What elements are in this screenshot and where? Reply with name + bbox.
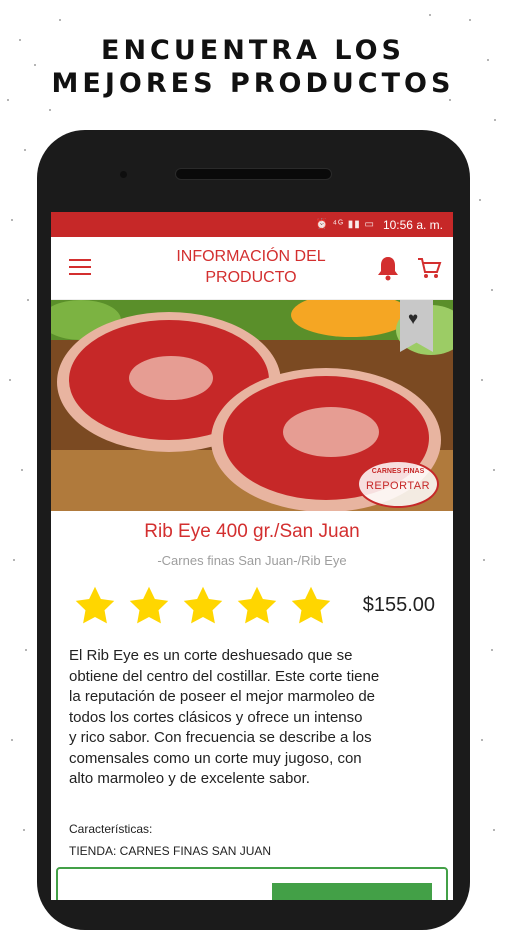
- stamp-brand: CARNES FINAS: [371, 468, 425, 475]
- menu-icon[interactable]: [69, 259, 91, 275]
- features-heading: Características:: [69, 821, 153, 836]
- store-name: TIENDA: CARNES FINAS SAN JUAN: [69, 843, 272, 858]
- description-line: comensales como un corte muy jugoso, con: [69, 749, 362, 767]
- product-features: Características: TIENDA: CARNES FINAS SA…: [51, 822, 453, 858]
- product-name: Rib Eye 400 gr./San Juan: [144, 521, 360, 542]
- app-screen: ⏰ ⁴ᴳ ▮▮ ▭ 10:56 a. m. INFORMACIÓN DEL PR…: [51, 212, 453, 900]
- product-image: ♥ CARNES FINAS REPORTAR: [51, 300, 453, 511]
- description-line: todos los cortes clásicos y ofrece un in…: [69, 708, 363, 726]
- star-icon[interactable]: [181, 584, 225, 628]
- page-title-line-2: PRODUCTO: [205, 269, 297, 286]
- star-icon[interactable]: [289, 584, 333, 628]
- description-line: El Rib Eye es un corte deshuesado que se: [69, 647, 353, 664]
- heart-icon[interactable]: ♥: [408, 309, 418, 329]
- promo-line-2: MEJORES PRODUCTOS: [51, 68, 455, 99]
- product-category: -Carnes finas San Juan-/Rib Eye: [157, 553, 347, 568]
- earpiece-speaker: [175, 168, 332, 180]
- star-icon[interactable]: [235, 584, 279, 628]
- star-icon[interactable]: [73, 584, 117, 628]
- cart-icon[interactable]: [416, 255, 442, 281]
- page-title-line-1: INFORMACIÓN DEL: [176, 248, 326, 265]
- front-camera: [120, 171, 127, 178]
- product-price: $155.00: [362, 594, 435, 616]
- status-time: 10:56 a. m.: [382, 217, 443, 232]
- description-line: alto marmoleo y de excelente sabor.: [69, 770, 310, 787]
- rating-row: $155.00: [51, 584, 453, 634]
- report-label: REPORTAR: [365, 480, 431, 492]
- promo-headline: ENCUENTRA LOS MEJORES PRODUCTOS: [0, 34, 506, 100]
- promo-line-1: ENCUENTRA LOS: [101, 35, 405, 66]
- description-line: obtiene del centro del costillar. Este c…: [69, 667, 380, 685]
- product-description: El Rib Eye es un corte deshuesado que se…: [51, 646, 453, 790]
- star-rating[interactable]: [73, 584, 333, 628]
- description-line: la reputación de poseer el mejor marmole…: [69, 688, 375, 705]
- status-icons: ⏰ ⁴ᴳ ▮▮ ▭: [315, 219, 375, 230]
- star-icon[interactable]: [127, 584, 171, 628]
- app-bar: INFORMACIÓN DEL PRODUCTO: [51, 237, 453, 300]
- add-to-cart-button[interactable]: [272, 883, 432, 900]
- description-line: y rico sabor. Con frecuencia se describe…: [69, 729, 372, 746]
- report-stamp[interactable]: CARNES FINAS REPORTAR: [357, 460, 439, 508]
- status-bar: ⏰ ⁴ᴳ ▮▮ ▭ 10:56 a. m.: [51, 212, 453, 237]
- page-title: INFORMACIÓN DEL PRODUCTO: [151, 246, 351, 288]
- bottom-action-bar: [56, 867, 448, 900]
- bell-icon[interactable]: [376, 255, 400, 281]
